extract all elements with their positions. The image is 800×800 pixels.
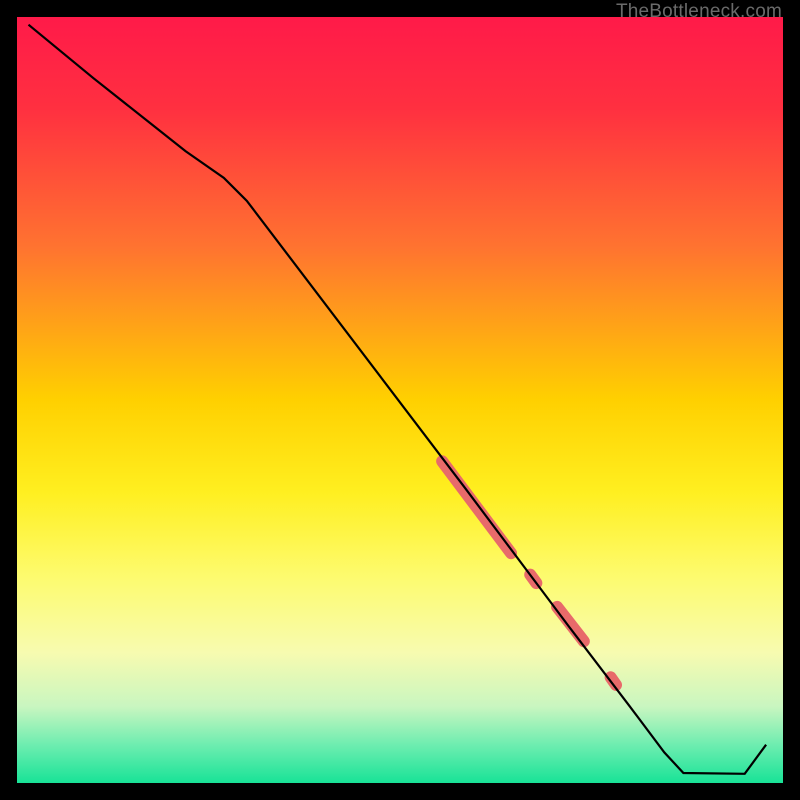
gradient-background <box>17 17 783 783</box>
chart-frame <box>17 17 783 783</box>
bottleneck-chart <box>17 17 783 783</box>
